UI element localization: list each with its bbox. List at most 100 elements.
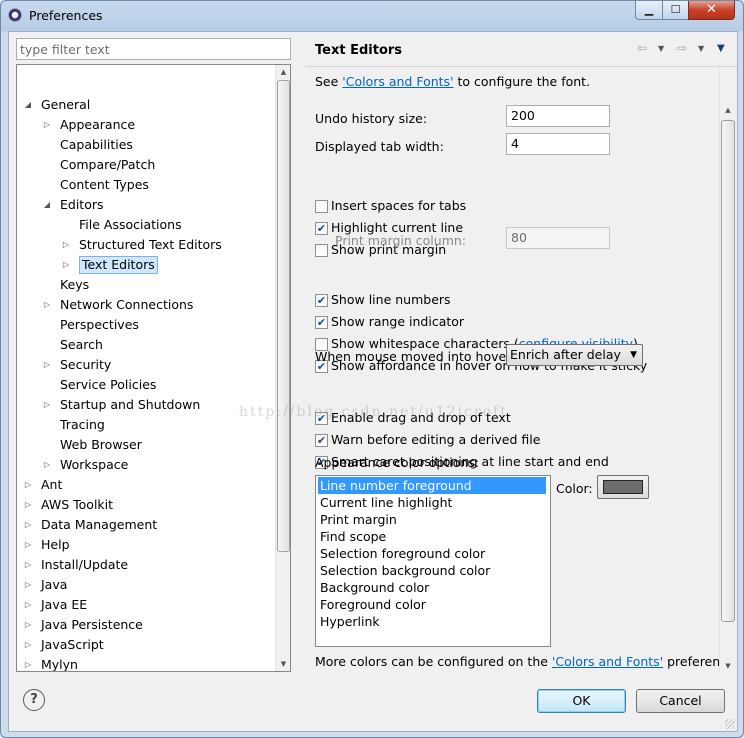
checkbox-0[interactable] (315, 200, 328, 213)
tree-collapsed-icon[interactable]: ▷ (61, 235, 71, 254)
page-scroll-thumb[interactable] (721, 120, 735, 622)
tree-expanded-icon[interactable]: ◢ (42, 195, 52, 214)
tree-item-workspace[interactable]: ▷ Workspace (17, 455, 274, 474)
forward-menu-icon[interactable]: ▼ (698, 44, 704, 53)
tree-item-editors[interactable]: ◢ Editors (17, 195, 274, 214)
checkbox-2[interactable] (315, 244, 328, 257)
color-option-item[interactable]: Selection foreground color (318, 545, 546, 562)
tree-item-java[interactable]: ▷ Java (17, 575, 274, 594)
tree-collapsed-icon[interactable]: ▷ (23, 475, 33, 494)
tree-collapsed-icon[interactable]: ▷ (23, 575, 33, 594)
color-option-item[interactable]: Hyperlink (318, 613, 546, 630)
color-option-item[interactable]: Selection background color (318, 562, 546, 579)
resize-grip[interactable] (725, 719, 735, 729)
checkbox-label[interactable]: Show range indicator (331, 314, 464, 329)
tree-item-startup-and-shutdown[interactable]: ▷ Startup and Shutdown (17, 395, 274, 414)
tree-item-tracing[interactable]: Tracing (17, 415, 274, 434)
tree-item-capabilities[interactable]: Capabilities (17, 135, 274, 154)
tree-item-java-persistence[interactable]: ▷ Java Persistence (17, 615, 274, 634)
page-scrollbar[interactable]: ▲ ▼ (719, 67, 736, 673)
tree-expanded-icon[interactable]: ◢ (23, 95, 33, 114)
scroll-down-arrow-icon[interactable]: ▼ (276, 657, 290, 671)
scroll-up-arrow-icon[interactable]: ▲ (276, 65, 290, 79)
checkbox-1[interactable]: ✔ (315, 222, 328, 235)
tree-item-keys[interactable]: Keys (17, 275, 274, 294)
tree-item-javascript[interactable]: ▷ JavaScript (17, 635, 274, 654)
tree-item-help[interactable]: ▷ Help (17, 535, 274, 554)
tree-collapsed-icon[interactable]: ▷ (42, 455, 52, 474)
colors-fonts-link[interactable]: 'Colors and Fonts' (342, 74, 453, 89)
tree-item-compare-patch[interactable]: Compare/Patch (17, 155, 274, 174)
tree-item-file-associations[interactable]: File Associations (17, 215, 274, 234)
color-option-item[interactable]: Background color (318, 579, 546, 596)
tree-collapsed-icon[interactable]: ▷ (42, 395, 52, 414)
color-option-item[interactable]: Current line highlight (318, 494, 546, 511)
tree-collapsed-icon[interactable]: ▷ (23, 495, 33, 514)
tree-collapsed-icon[interactable]: ▷ (23, 535, 33, 554)
tab-width-input[interactable]: 4 (506, 133, 610, 155)
back-menu-icon[interactable]: ▼ (658, 44, 664, 53)
tree-collapsed-icon[interactable]: ▷ (42, 355, 52, 374)
checkbox-label[interactable]: Show line numbers (331, 292, 451, 307)
back-arrow-icon[interactable]: ⇦ (637, 41, 647, 55)
tree-item-network-connections[interactable]: ▷ Network Connections (17, 295, 274, 314)
tree-item-label: Content Types (60, 177, 149, 192)
tree-item-service-policies[interactable]: Service Policies (17, 375, 274, 394)
tree-collapsed-icon[interactable]: ▷ (23, 595, 33, 614)
maximize-button[interactable]: ☐ (662, 1, 689, 20)
page-scroll-up-arrow-icon[interactable]: ▲ (720, 103, 736, 117)
tree-item-install-update[interactable]: ▷ Install/Update (17, 555, 274, 574)
hover-mode-select[interactable]: Enrich after delay ▼ (506, 344, 643, 366)
close-button[interactable]: ✕ (688, 1, 735, 20)
page-scroll-down-arrow-icon[interactable]: ▼ (720, 659, 736, 673)
color-option-item[interactable]: Foreground color (318, 596, 546, 613)
tree-collapsed-icon[interactable]: ▷ (23, 615, 33, 634)
tree-item-java-ee[interactable]: ▷ Java EE (17, 595, 274, 614)
chevron-down-icon: ▼ (630, 350, 637, 360)
tree-item-aws-toolkit[interactable]: ▷ AWS Toolkit (17, 495, 274, 514)
tree-item-web-browser[interactable]: Web Browser (17, 435, 274, 454)
tree-item-mylyn[interactable]: ▷ Mylyn (17, 655, 274, 671)
tree-item-appearance[interactable]: ▷ Appearance (17, 115, 274, 134)
checkbox-3[interactable]: ✔ (315, 294, 328, 307)
tree-item-label: Workspace (60, 457, 129, 472)
undo-history-input[interactable]: 200 (506, 105, 610, 127)
tree-item-data-management[interactable]: ▷ Data Management (17, 515, 274, 534)
color-option-item[interactable]: Line number foreground (318, 477, 546, 494)
pane-sash[interactable] (299, 32, 303, 672)
view-menu-icon[interactable]: ▼ (717, 43, 725, 54)
tree-collapsed-icon[interactable]: ▷ (23, 655, 33, 671)
checkbox-4[interactable]: ✔ (315, 316, 328, 329)
help-button[interactable]: ? (23, 689, 45, 711)
tree-item-general[interactable]: ◢ General (17, 95, 274, 114)
tree-collapsed-icon[interactable]: ▷ (61, 255, 71, 274)
tree-scroll-thumb[interactable] (277, 80, 290, 552)
appearance-color-list[interactable]: Line number foreground Current line highl… (315, 475, 551, 647)
tree-item-text-editors[interactable]: ▷ Text Editors (17, 255, 274, 274)
tree-item-search[interactable]: Search (17, 335, 274, 354)
color-picker-button[interactable] (597, 475, 649, 499)
tree-collapsed-icon[interactable]: ▷ (42, 295, 52, 314)
minimize-button[interactable]: ▁ (635, 1, 663, 20)
filter-input[interactable] (16, 38, 291, 60)
tree-collapsed-icon[interactable]: ▷ (42, 115, 52, 134)
tree-item-content-types[interactable]: Content Types (17, 175, 274, 194)
footer-colors-fonts-link[interactable]: 'Colors and Fonts' (552, 654, 663, 669)
tree-scrollbar[interactable]: ▲ ▼ (275, 65, 290, 671)
tree-collapsed-icon[interactable]: ▷ (23, 555, 33, 574)
tree-item-security[interactable]: ▷ Security (17, 355, 274, 374)
color-option-item[interactable]: Find scope (318, 528, 546, 545)
ok-button[interactable]: OK (537, 689, 626, 713)
checkbox-label[interactable]: Insert spaces for tabs (331, 198, 466, 213)
tree-collapsed-icon[interactable]: ▷ (23, 635, 33, 654)
checkbox-label[interactable]: Warn before editing a derived file (331, 432, 540, 447)
tree-item-perspectives[interactable]: Perspectives (17, 315, 274, 334)
color-option-item[interactable]: Print margin (318, 511, 546, 528)
title-bar[interactable]: Preferences ▁ ☐ ✕ (1, 1, 743, 31)
checkbox-8[interactable]: ✔ (315, 434, 328, 447)
tree-item-structured-text-editors[interactable]: ▷ Structured Text Editors (17, 235, 274, 254)
cancel-button[interactable]: Cancel (636, 689, 725, 713)
tree-collapsed-icon[interactable]: ▷ (23, 515, 33, 534)
tree-item-ant[interactable]: ▷ Ant (17, 475, 274, 494)
forward-arrow-icon[interactable]: ⇨ (677, 41, 687, 55)
